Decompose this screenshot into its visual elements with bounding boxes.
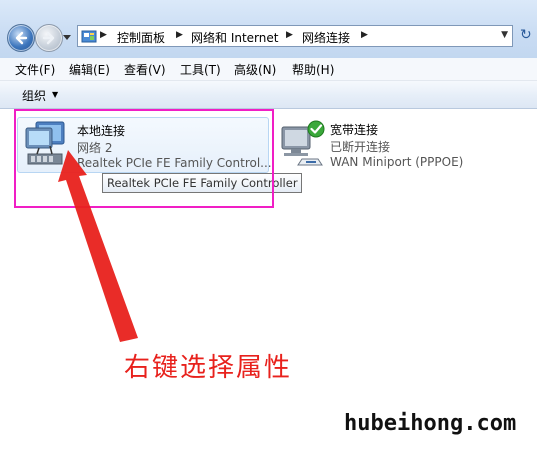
instruction-caption: 右键选择属性 [124, 353, 293, 383]
watermark: hubeihong.com [344, 411, 517, 436]
